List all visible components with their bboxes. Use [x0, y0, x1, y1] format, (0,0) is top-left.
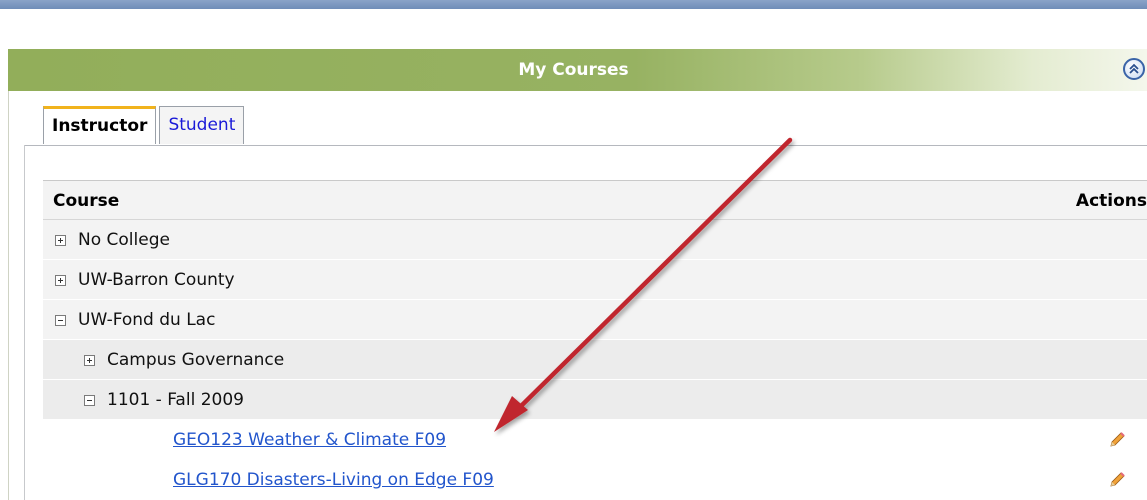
table-row: GLG170 Disasters-Living on Edge F09 [43, 460, 1147, 500]
column-header-actions: Actions [1075, 191, 1147, 211]
table-row: Campus Governance [43, 340, 1147, 380]
collapse-icon[interactable] [1123, 58, 1145, 80]
tab-student[interactable]: Student [159, 106, 245, 144]
expand-icon[interactable] [55, 275, 66, 286]
group-label: Campus Governance [107, 350, 285, 370]
collapse-row-icon[interactable] [84, 395, 95, 406]
tab-instructor[interactable]: Instructor [43, 106, 157, 144]
table-row: UW-Barron County [43, 260, 1147, 300]
pencil-icon[interactable] [1107, 470, 1127, 490]
collapse-row-icon[interactable] [55, 315, 66, 326]
course-link-glg170[interactable]: GLG170 Disasters-Living on Edge F09 [173, 460, 494, 500]
table-row: UW-Fond du Lac [43, 300, 1147, 340]
term-label: 1101 - Fall 2009 [107, 390, 244, 410]
course-link-geo123[interactable]: GEO123 Weather & Climate F09 [173, 420, 446, 460]
pencil-icon[interactable] [1107, 430, 1127, 450]
table-row: GEO123 Weather & Climate F09 [43, 420, 1147, 460]
table-row: No College [43, 220, 1147, 260]
table-row: 1101 - Fall 2009 [43, 380, 1147, 420]
top-blue-bar [0, 0, 1147, 9]
tab-bar: Instructor Student [43, 106, 245, 146]
tab-divider [24, 145, 1147, 146]
table-header: Course Actions [43, 180, 1147, 220]
college-label: UW-Barron County [78, 270, 235, 290]
expand-icon[interactable] [84, 355, 95, 366]
portlet-title: My Courses [518, 60, 629, 80]
panel-border [24, 145, 25, 500]
college-label: No College [78, 230, 170, 250]
courses-table: Course Actions No College UW-Barron Coun… [43, 180, 1147, 500]
column-header-course: Course [53, 191, 120, 211]
expand-icon[interactable] [55, 235, 66, 246]
portlet-header: My Courses [8, 49, 1147, 91]
college-label: UW-Fond du Lac [78, 310, 216, 330]
